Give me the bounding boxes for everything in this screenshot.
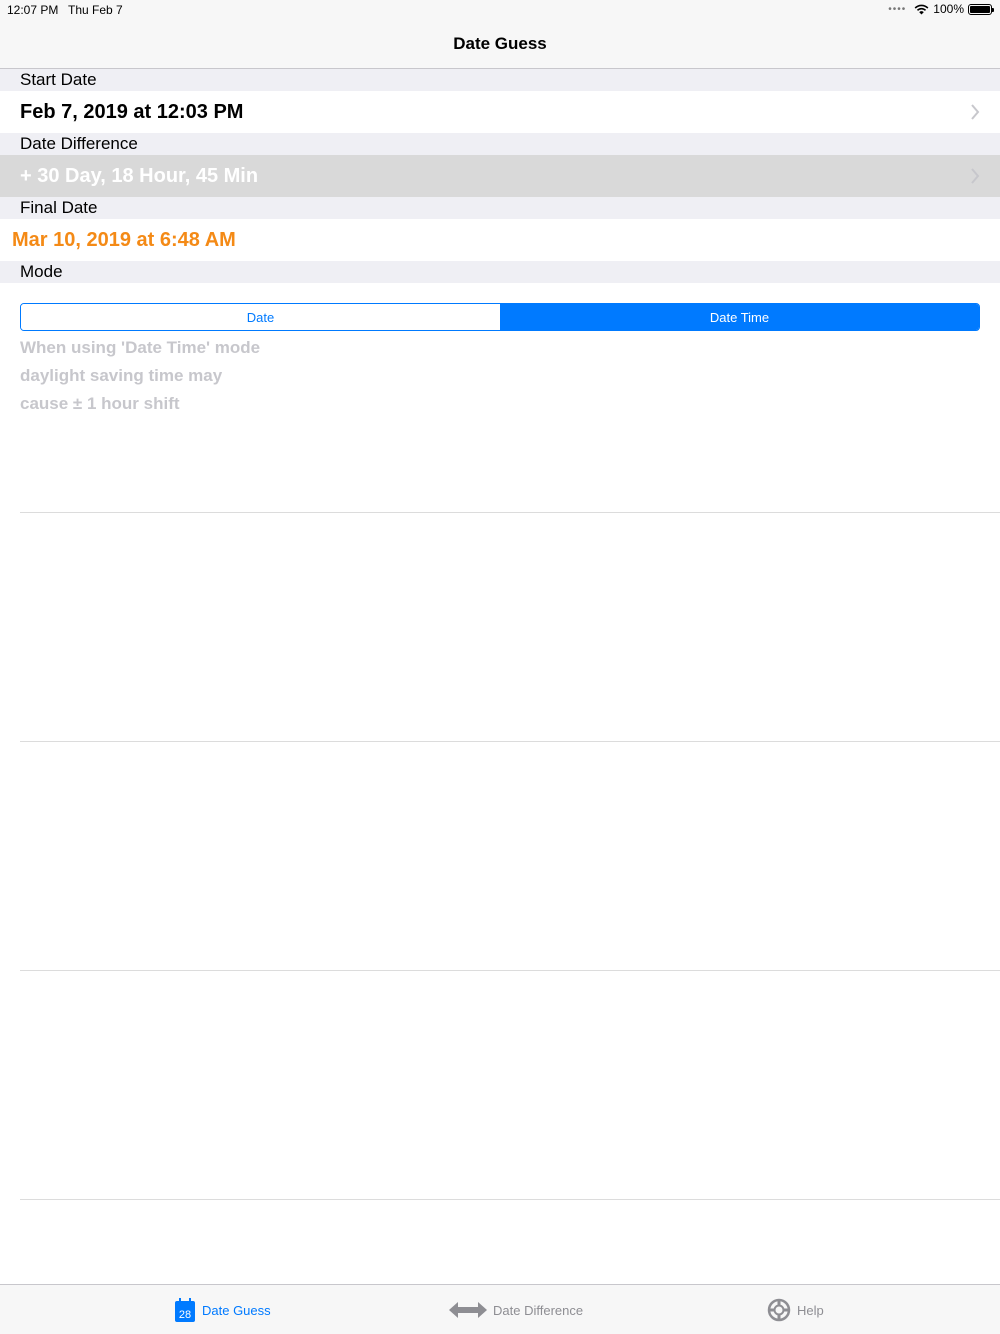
date-difference-value: + 30 Day, 18 Hour, 45 Min: [20, 165, 259, 187]
tab-help[interactable]: Help: [767, 1285, 824, 1334]
battery-percent: 100%: [933, 2, 964, 16]
page-title: Date Guess: [453, 34, 547, 53]
divider: [20, 1199, 1000, 1200]
double-arrow-icon: [449, 1302, 487, 1318]
divider: [20, 741, 1000, 742]
date-difference-row[interactable]: + 30 Day, 18 Hour, 45 Min: [0, 155, 1000, 197]
dst-note-line: cause ± 1 hour shift: [20, 394, 180, 413]
chevron-right-icon: [971, 168, 980, 184]
final-date-row: Mar 10, 2019 at 6:48 AM: [0, 219, 1000, 261]
date-difference-header: Date Difference: [0, 133, 1000, 155]
start-date-row[interactable]: Feb 7, 2019 at 12:03 PM: [0, 91, 1000, 133]
mode-option-date-time[interactable]: Date Time: [500, 304, 979, 330]
tab-label: Date Guess: [202, 1302, 271, 1318]
mode-option-date[interactable]: Date: [21, 304, 500, 330]
status-date: Thu Feb 7: [68, 3, 123, 17]
tab-date-guess[interactable]: 28 Date Guess: [174, 1285, 271, 1334]
start-date-header: Start Date: [0, 69, 1000, 91]
mode-header: Mode: [0, 261, 1000, 283]
calendar-day-number: 28: [179, 1309, 191, 1321]
status-bar: 12:07 PM Thu Feb 7 •••• 100%: [0, 0, 1000, 20]
battery-icon: [968, 3, 994, 15]
status-right: •••• 100%: [888, 2, 994, 16]
dst-note-line: When using 'Date Time' mode: [20, 338, 261, 357]
tab-date-difference[interactable]: Date Difference: [449, 1285, 583, 1334]
dst-note-line: daylight saving time may: [20, 366, 223, 385]
start-date-value: Feb 7, 2019 at 12:03 PM: [20, 101, 244, 123]
final-date-header: Final Date: [0, 197, 1000, 219]
chevron-right-icon: [971, 104, 980, 120]
lifebuoy-icon: [767, 1298, 791, 1322]
tab-label: Date Difference: [493, 1302, 584, 1318]
dst-note: When using 'Date Time' mode daylight sav…: [20, 334, 320, 418]
tab-label: Help: [797, 1302, 824, 1318]
calendar-icon: 28: [175, 1298, 195, 1322]
divider: [20, 512, 1000, 513]
navigation-bar: Date Guess: [0, 20, 1000, 69]
final-date-value: Mar 10, 2019 at 6:48 AM: [12, 229, 236, 251]
wifi-icon: [914, 4, 929, 14]
divider: [20, 970, 1000, 971]
tab-bar: 28 Date Guess Date Difference Help: [0, 1284, 1000, 1334]
signal-icon: ••••: [888, 3, 907, 15]
status-time: 12:07 PM: [7, 3, 59, 17]
mode-segmented-control[interactable]: Date Date Time: [20, 303, 980, 331]
